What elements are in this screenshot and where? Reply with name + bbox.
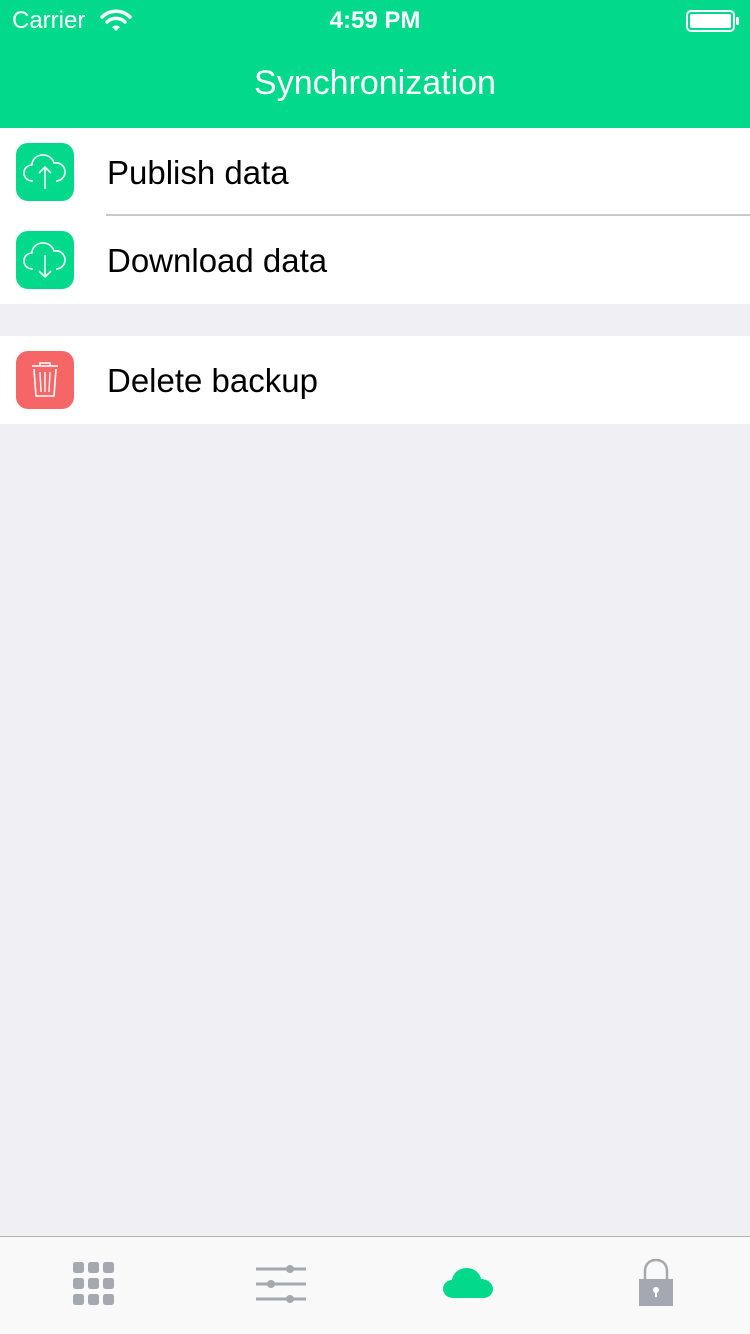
publish-data-row[interactable]: Publish data (0, 128, 750, 216)
cloud-download-icon (16, 231, 74, 289)
cloud-icon (443, 1268, 493, 1298)
tab-settings[interactable] (187, 1237, 374, 1334)
cloud-upload-icon (16, 143, 74, 201)
status-time: 4:59 PM (329, 7, 421, 34)
backup-actions-group: Delete backup (0, 336, 750, 424)
publish-data-label: Publish data (107, 154, 289, 191)
download-data-row[interactable]: Download data (0, 216, 750, 304)
tab-bar (0, 1236, 750, 1334)
navigation-header: Carrier 4:59 PM Synchronization (0, 0, 750, 128)
download-data-label: Download data (107, 242, 328, 279)
grid-icon (73, 1262, 114, 1305)
sync-actions-group: Publish data Download data (0, 128, 750, 304)
delete-backup-label: Delete backup (107, 362, 318, 399)
tab-dashboard[interactable] (0, 1237, 187, 1334)
trash-icon (16, 351, 74, 409)
status-bar: Carrier 4:59 PM (0, 0, 750, 40)
delete-backup-row[interactable]: Delete backup (0, 336, 750, 424)
page-title: Synchronization (254, 64, 496, 102)
tab-sync[interactable] (374, 1237, 561, 1334)
tab-lock[interactable] (561, 1237, 748, 1334)
battery-icon (686, 10, 739, 32)
sliders-icon (256, 1265, 306, 1303)
lock-icon (639, 1259, 673, 1306)
